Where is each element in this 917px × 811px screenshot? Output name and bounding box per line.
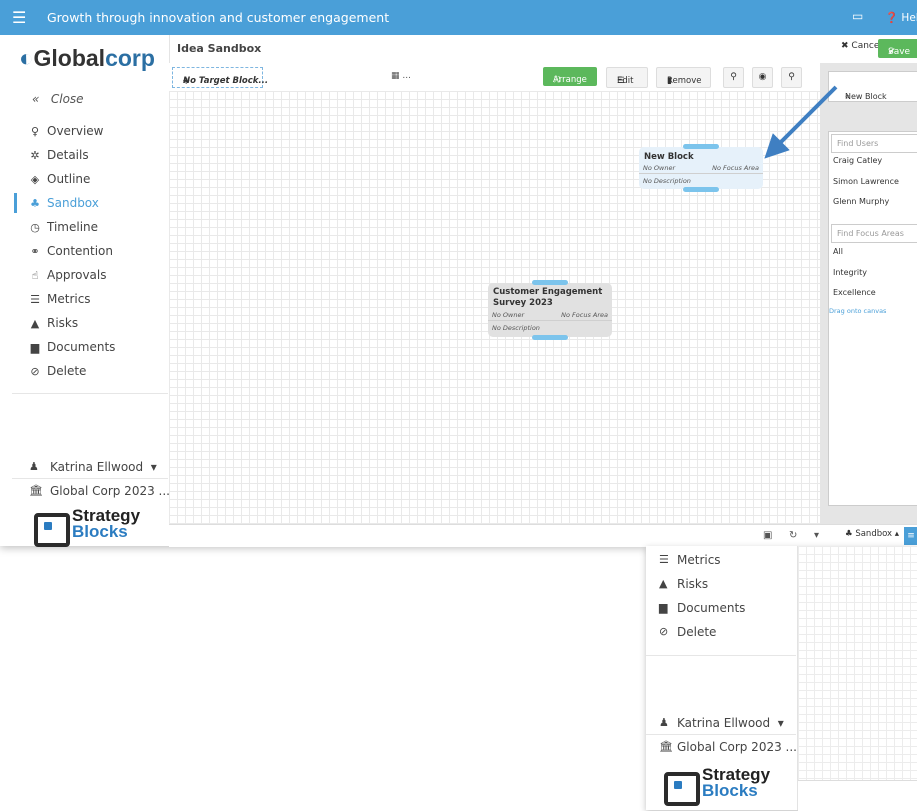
ban-icon: ⊘ (659, 625, 669, 638)
institution-icon: 🏛 (659, 740, 673, 753)
logo-line2: Blocks (702, 781, 758, 800)
sidebar-divider (646, 655, 796, 656)
document-icon: ▆ (659, 601, 668, 614)
strategyblocks-logo-icon (664, 772, 700, 806)
sidebar-item-label: Risks (677, 577, 709, 591)
arrow-line (764, 85, 838, 159)
organisation-name: Global Corp 2023 ... (677, 740, 797, 754)
sidebar-item-label: Documents (677, 601, 746, 615)
annotation-arrow (764, 85, 838, 159)
metrics-icon: ☰ (659, 553, 669, 566)
secondary-sidebar: ☰ Metrics ▲ Risks ▆ Documents ⊘ Delete ♟… (646, 546, 798, 810)
sidebar-item-label: Metrics (677, 553, 721, 567)
secondary-canvas[interactable] (798, 546, 917, 780)
sidebar-divider (646, 734, 796, 735)
main-window: ☰ Growth through innovation and customer… (0, 0, 917, 547)
warning-icon: ▲ (659, 577, 668, 590)
sidebar-item-label: Delete (677, 625, 717, 639)
secondary-canvas-bottom-bar (798, 780, 917, 811)
strategyblocks-logo: Strategy Blocks (664, 765, 794, 806)
user-icon: ♟ (659, 716, 669, 729)
user-name: Katrina Ellwood ▾ (677, 716, 784, 730)
secondary-window: ☰ Metrics ▲ Risks ▆ Documents ⊘ Delete ♟… (646, 546, 917, 811)
